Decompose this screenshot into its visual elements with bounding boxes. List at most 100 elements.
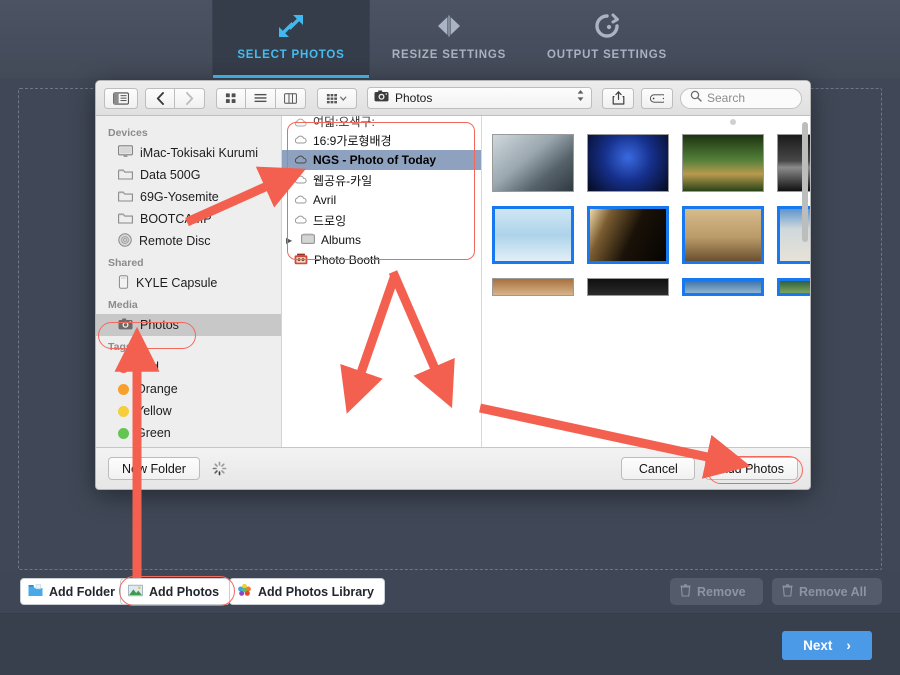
tab-select-photos-label: SELECT PHOTOS <box>237 49 345 61</box>
list-item[interactable]: 여덟:오색구: <box>282 116 481 130</box>
add-folder-button[interactable]: Add Folder <box>20 578 126 605</box>
tab-output-settings[interactable]: OUTPUT SETTINGS <box>528 0 686 78</box>
tab-bar-spacer <box>0 0 212 78</box>
next-button[interactable]: Next › <box>782 631 872 660</box>
view-mode-buttons <box>216 87 306 109</box>
path-popup-button[interactable]: Photos <box>367 87 592 109</box>
photobooth-icon <box>294 253 308 268</box>
sidebar-item-69g-yosemite[interactable]: 69G-Yosemite <box>96 186 281 208</box>
sidebar-item-photos[interactable]: Photos <box>96 314 281 336</box>
next-label: Next <box>803 638 833 653</box>
thumb-partial-2[interactable] <box>587 278 669 296</box>
search-placeholder: Search <box>707 91 746 105</box>
list-view-icon[interactable] <box>246 87 276 109</box>
dialog-cancel-button[interactable]: Cancel <box>621 457 696 480</box>
remove-all-button[interactable]: Remove All <box>772 578 882 605</box>
remove-button[interactable]: Remove <box>670 578 763 605</box>
tag-dot-icon <box>118 427 129 439</box>
list-item[interactable]: 16:9가로형배경 <box>282 130 481 150</box>
tag-dot-icon <box>118 361 129 373</box>
grid-scrollbar[interactable] <box>802 122 808 242</box>
share-icon[interactable] <box>602 87 634 109</box>
sidebar-item-tag-yellow[interactable]: Yellow <box>96 400 281 422</box>
forward-button[interactable] <box>175 87 205 109</box>
arrange-by-icon[interactable] <box>317 87 357 109</box>
tab-resize-settings[interactable]: RESIZE SETTINGS <box>370 0 528 78</box>
folder-icon <box>118 190 133 205</box>
thumb-light-rays[interactable] <box>587 206 669 264</box>
imac-icon <box>118 145 133 161</box>
list-item[interactable]: Avril <box>282 190 481 210</box>
list-item-label: Albums <box>321 233 362 247</box>
toolbar-add-photos-label: Add Photos <box>149 584 220 599</box>
sidebar-item-kyle-capsule[interactable]: KYLE Capsule <box>96 272 281 294</box>
chevron-right-icon: › <box>846 638 851 653</box>
new-folder-label: New Folder <box>122 461 186 476</box>
list-item-label: 웹공유-카일 <box>313 173 373 188</box>
timecapsule-icon <box>118 274 129 292</box>
tag-icon[interactable] <box>641 87 673 109</box>
thumb-dancers[interactable] <box>682 206 764 264</box>
sidebar-item-data-500g[interactable]: Data 500G <box>96 164 281 186</box>
sidebar-item-tag-red[interactable]: Red <box>96 356 281 378</box>
bottom-toolbar: Add Folder Add Photos Add Photos Library… <box>0 570 900 614</box>
tab-select-photos[interactable]: SELECT PHOTOS <box>212 0 370 78</box>
list-item-photo-booth[interactable]: Photo Booth <box>282 250 481 270</box>
thumb-seaside-portrait[interactable] <box>492 134 574 192</box>
sidebar-item-tag-green[interactable]: Green <box>96 422 281 444</box>
new-folder-button[interactable]: New Folder <box>108 457 200 480</box>
grid-view-icon[interactable] <box>216 87 246 109</box>
sidebar-item-label: Red <box>136 360 159 374</box>
sidebar-item-label: Data 500G <box>140 168 201 182</box>
dialog-footer: New Folder Cancel Add Photos <box>96 447 810 489</box>
list-item-selected[interactable]: NGS - Photo of Today <box>282 150 481 170</box>
dialog-sidebar: Devices iMac-Tokisaki Kurumi Data 500G 6… <box>96 116 282 447</box>
photo-grid-row <box>492 278 810 296</box>
sidebar-section-tags-title: Tags <box>108 341 132 353</box>
sidebar-item-remote-disc[interactable]: Remote Disc <box>96 230 281 252</box>
dialog-toolbar: Photos Search <box>96 81 810 116</box>
back-button[interactable] <box>145 87 175 109</box>
photo-grid-row <box>492 134 810 192</box>
toolbar-add-photos-button[interactable]: Add Photos <box>120 578 231 605</box>
column-list-panel: 여덟:오색구: 16:9가로형배경 NGS - Photo of Today 웹… <box>282 116 482 447</box>
photos-library-icon <box>237 583 252 600</box>
thumb-blue-interior[interactable] <box>587 134 669 192</box>
thumb-green-cave[interactable] <box>682 134 764 192</box>
sidebar-item-imac[interactable]: iMac-Tokisaki Kurumi <box>96 142 281 164</box>
list-item-albums[interactable]: ▶ Albums <box>282 230 481 250</box>
thumb-partial-3[interactable] <box>682 278 764 296</box>
sidebar-item-label: KYLE Capsule <box>136 276 218 290</box>
disc-icon <box>118 232 132 250</box>
camera-icon <box>374 89 389 107</box>
column-view-icon[interactable] <box>276 87 306 109</box>
thumb-partial-1[interactable] <box>492 278 574 296</box>
camera-icon <box>118 318 133 333</box>
grid-loading-dot-icon <box>730 119 736 125</box>
sidebar-item-label: iMac-Tokisaki Kurumi <box>140 146 259 160</box>
dialog-add-photos-button[interactable]: Add Photos <box>705 457 798 480</box>
albums-icon <box>301 233 315 247</box>
photo-grid-panel <box>482 116 810 447</box>
image-icon <box>128 584 143 600</box>
navigation-buttons <box>145 87 205 109</box>
list-item[interactable]: 드로잉 <box>282 210 481 230</box>
sidebar-item-bootcamp[interactable]: BOOTCAMP <box>96 208 281 230</box>
cancel-label: Cancel <box>638 461 678 476</box>
remove-all-label: Remove All <box>799 584 867 599</box>
cloud-icon <box>294 193 307 207</box>
sidebar-toggle-icon[interactable] <box>104 87 138 109</box>
tab-output-settings-label: OUTPUT SETTINGS <box>547 49 667 61</box>
folder-icon <box>28 583 43 600</box>
thumb-partial-4[interactable] <box>777 278 810 296</box>
cloud-icon <box>294 153 307 167</box>
wizard-footer: Next › <box>0 614 900 675</box>
add-photos-library-button[interactable]: Add Photos Library <box>229 578 385 605</box>
search-input[interactable]: Search <box>680 87 802 109</box>
sidebar-item-label: Photos <box>140 318 179 332</box>
sidebar-item-tag-orange[interactable]: Orange <box>96 378 281 400</box>
disclosure-triangle-icon[interactable]: ▶ <box>286 236 295 245</box>
thumb-floating-island[interactable] <box>492 206 574 264</box>
list-item[interactable]: 웹공유-카일 <box>282 170 481 190</box>
mirror-triangles-icon <box>434 9 464 43</box>
